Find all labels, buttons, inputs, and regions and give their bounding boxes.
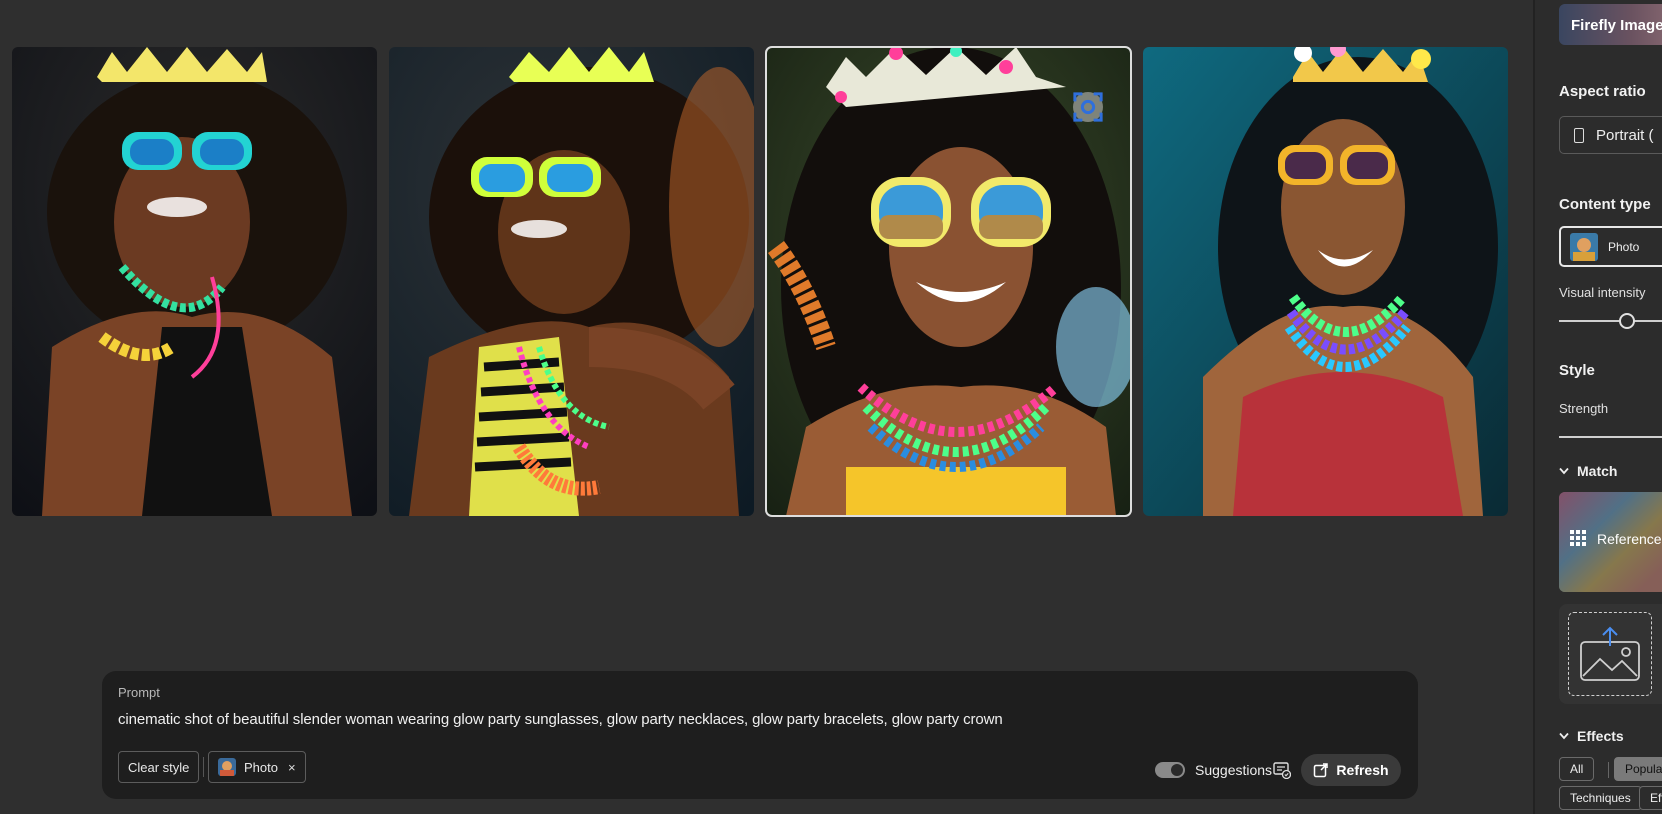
upload-reference-area[interactable] xyxy=(1559,604,1662,704)
close-icon[interactable]: × xyxy=(288,760,296,775)
generated-image-1-art xyxy=(12,47,377,516)
prompt-input[interactable]: cinematic shot of beautiful slender woma… xyxy=(118,711,1003,728)
prompt-label: Prompt xyxy=(118,685,160,700)
refresh-button[interactable]: Refresh xyxy=(1301,754,1401,786)
effects-tab-divider xyxy=(1608,762,1609,778)
effects-label: Effects xyxy=(1577,728,1624,744)
upload-image-icon xyxy=(1580,626,1640,681)
content-type-title: Content type xyxy=(1559,196,1651,213)
match-label: Match xyxy=(1577,463,1618,479)
focus-icon[interactable] xyxy=(1073,92,1103,122)
style-title: Style xyxy=(1559,362,1595,379)
aspect-ratio-select[interactable]: Portrait ( xyxy=(1559,116,1662,154)
content-type-photo[interactable]: Photo xyxy=(1559,226,1662,267)
style-chip-photo[interactable]: Photo × xyxy=(208,751,306,783)
reference-label: Reference xyxy=(1597,531,1662,547)
chevron-down-icon xyxy=(1559,732,1569,740)
effects-tab-popular[interactable]: Popular xyxy=(1614,757,1662,781)
aspect-ratio-value: Portrait ( xyxy=(1596,126,1654,144)
prompt-panel: Prompt cinematic shot of beautiful slend… xyxy=(102,671,1418,799)
strength-slider[interactable] xyxy=(1559,436,1662,438)
effects-tab-techniques[interactable]: Techniques xyxy=(1559,786,1642,810)
effects-tab-all[interactable]: All xyxy=(1559,757,1595,781)
content-type-value: Photo xyxy=(1608,239,1640,254)
generated-image-4-art xyxy=(1143,47,1508,516)
strength-label: Strength xyxy=(1559,401,1609,416)
aspect-ratio-title: Aspect ratio xyxy=(1559,83,1646,100)
generated-image-1[interactable] xyxy=(12,47,377,516)
refresh-label: Refresh xyxy=(1336,762,1389,778)
toggle-knob xyxy=(1171,764,1183,776)
style-chip-label: Photo xyxy=(244,759,278,775)
suggestions-settings-icon[interactable] xyxy=(1273,761,1292,780)
refresh-icon xyxy=(1314,763,1329,778)
upload-dropzone[interactable] xyxy=(1568,612,1652,696)
generated-image-2[interactable] xyxy=(389,47,754,516)
model-label: Firefly Image xyxy=(1571,17,1662,34)
effects-section-toggle[interactable]: Effects xyxy=(1559,728,1624,744)
generated-image-3[interactable] xyxy=(765,46,1132,517)
suggestions-label: Suggestions xyxy=(1195,762,1273,778)
portrait-icon xyxy=(1574,127,1584,143)
chevron-down-icon xyxy=(1559,467,1569,475)
model-selector[interactable]: Firefly Image xyxy=(1559,4,1662,45)
clear-style-button[interactable]: Clear style xyxy=(118,751,200,783)
suggestions-toggle[interactable] xyxy=(1155,762,1185,778)
photo-content-thumbnail xyxy=(1570,232,1598,261)
effects-tab-effects[interactable]: Eff xyxy=(1639,786,1662,810)
generated-image-2-art xyxy=(389,47,754,516)
generated-image-4[interactable] xyxy=(1143,47,1508,516)
reference-gallery-button[interactable]: Reference xyxy=(1559,492,1662,592)
visual-intensity-track[interactable] xyxy=(1559,320,1662,322)
match-section-toggle[interactable]: Match xyxy=(1559,463,1617,479)
grid-icon xyxy=(1570,530,1586,546)
visual-intensity-handle[interactable] xyxy=(1619,313,1636,329)
chip-divider xyxy=(203,757,204,777)
photo-style-thumbnail xyxy=(218,758,236,776)
settings-sidebar: Firefly Image Aspect ratio Portrait ( Co… xyxy=(1535,0,1662,814)
visual-intensity-label: Visual intensity xyxy=(1559,285,1646,300)
